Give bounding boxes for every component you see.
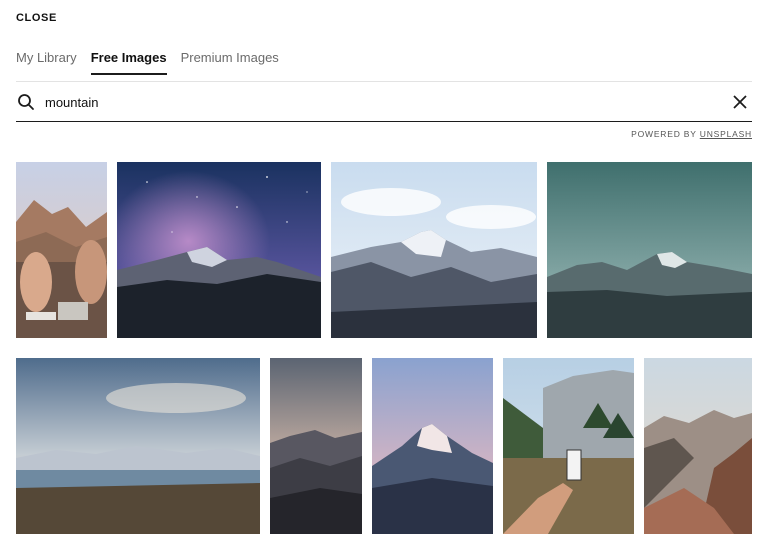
clear-search-icon[interactable] — [732, 94, 748, 110]
image-tile[interactable] — [547, 162, 752, 338]
close-button[interactable]: CLOSE — [16, 12, 57, 24]
tab-free-images[interactable]: Free Images — [90, 50, 167, 75]
canyon-friends-image — [16, 162, 107, 338]
image-tile[interactable] — [503, 358, 634, 534]
snowy-peaks-image — [331, 162, 537, 338]
milky-way-image — [117, 162, 321, 338]
image-tile[interactable] — [644, 358, 752, 534]
search-bar — [16, 83, 752, 122]
tabs-divider — [16, 81, 752, 82]
misty-mountains-image — [270, 358, 362, 534]
image-tile[interactable] — [16, 358, 260, 534]
sunrise-peak-image — [372, 358, 493, 534]
image-tile[interactable] — [117, 162, 321, 338]
tab-premium-images[interactable]: Premium Images — [181, 50, 279, 75]
powered-by-prefix: POWERED BY — [631, 129, 697, 139]
search-input[interactable] — [45, 94, 732, 110]
image-tile[interactable] — [331, 162, 537, 338]
powered-by-credit: POWERED BY UNSPLASH — [631, 129, 752, 139]
tab-my-library[interactable]: My Library — [16, 50, 77, 75]
source-tabs: My Library Free Images Premium Images — [16, 50, 279, 75]
lake-range-image — [16, 358, 260, 534]
image-tile[interactable] — [270, 358, 362, 534]
image-tile[interactable] — [16, 162, 107, 338]
teal-ridge-image — [547, 162, 752, 338]
search-icon — [18, 94, 34, 110]
image-tile[interactable] — [372, 358, 493, 534]
unsplash-link[interactable]: UNSPLASH — [700, 129, 752, 139]
rocky-slopes-image — [644, 358, 752, 534]
valley-phone-image — [503, 358, 634, 534]
